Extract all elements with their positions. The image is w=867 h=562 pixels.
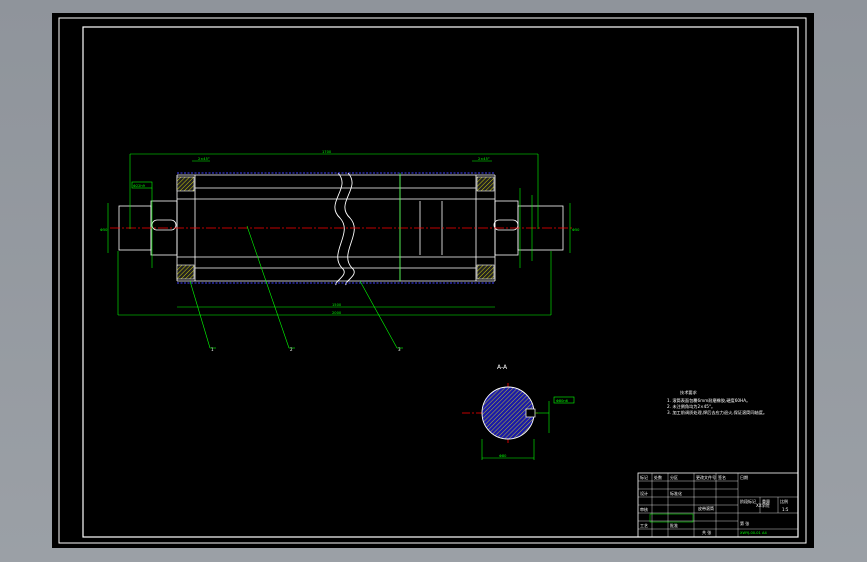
notes-line-3: 3. 加工前调质处理,焊后去应力退火,保证滚筒同轴度。 <box>667 409 767 416</box>
tb-r1c2: 标准化 <box>670 490 682 496</box>
dim-right-shaft: Φ50 <box>572 228 580 232</box>
tb-r0c0: 标记 <box>640 474 648 480</box>
tb-r0c1: 处数 <box>654 474 662 480</box>
section-dim: Φ80 <box>499 454 507 458</box>
part-name: 皮带滚筒 <box>698 505 714 511</box>
drawing-number: XWYJ-00-01 A4 <box>740 531 767 535</box>
notes-line-2: 2. 未注倒角均为2×45°。 <box>667 403 715 410</box>
title-block: 皮带滚筒 XX学院 共 张 XWYJ-00-01 A4 标记 处数 分区 更改文… <box>637 472 799 538</box>
right-shaft-end <box>517 205 564 251</box>
notes-line-1: 1. 滚筒表面包覆6mm耐磨橡胶,硬度60HA。 <box>667 397 750 404</box>
section-a-a: A-A Φ80 Φ80n6 <box>462 364 575 460</box>
tb-r1c5: 重量 <box>762 498 770 504</box>
tb-r1c6: 比例 <box>780 498 788 504</box>
tb-r0c2: 分区 <box>670 474 678 480</box>
dim-total-lower: 2000 <box>332 311 342 315</box>
tb-r0c3: 更改文件号 <box>696 474 716 480</box>
dim-left-top: 2×45° <box>198 157 210 161</box>
tb-r2c0: 审核 <box>640 506 648 512</box>
dim-left-box: Φ22h9 <box>133 184 146 188</box>
notes-title: 技术要求 <box>680 389 698 396</box>
cad-viewport[interactable]: 1700 2000 1500 2×45° 2×45° Φ22h9 Φ50 Φ50… <box>52 13 814 548</box>
tb-r3c5: 第 张 <box>740 520 749 526</box>
tb-r0c5: 日期 <box>740 474 748 480</box>
tb-r1c4: 阶段标记 <box>740 498 756 504</box>
dim-overall: 1700 <box>322 150 332 154</box>
tb-r3c0: 工艺 <box>640 523 648 528</box>
tb-r0c4: 签名 <box>718 474 726 480</box>
tb-r2c6: 1:5 <box>782 507 789 512</box>
section-label: A-A <box>497 364 508 371</box>
right-keyway <box>493 219 519 231</box>
tb-r3c2: 批准 <box>670 522 678 528</box>
section-box-dim: Φ80n6 <box>556 399 569 403</box>
dim-right-top: 2×45° <box>478 157 490 161</box>
left-keyway <box>151 219 177 231</box>
outer-sheet-border <box>58 17 807 544</box>
sheet-label: 共 张 <box>702 529 711 535</box>
cad-drawing: 1700 2000 1500 2×45° 2×45° Φ22h9 Φ50 Φ50… <box>58 17 807 544</box>
dim-left-shaft: Φ50 <box>100 228 108 232</box>
dimension-texts: 1700 2000 1500 2×45° 2×45° Φ22h9 Φ50 Φ50… <box>100 150 580 352</box>
technical-notes: 技术要求 1. 滚筒表面包覆6mm耐磨橡胶,硬度60HA。 2. 未注倒角均为2… <box>667 389 767 416</box>
tb-r1c0: 设计 <box>640 490 648 496</box>
dim-body-lower: 1500 <box>332 303 342 307</box>
